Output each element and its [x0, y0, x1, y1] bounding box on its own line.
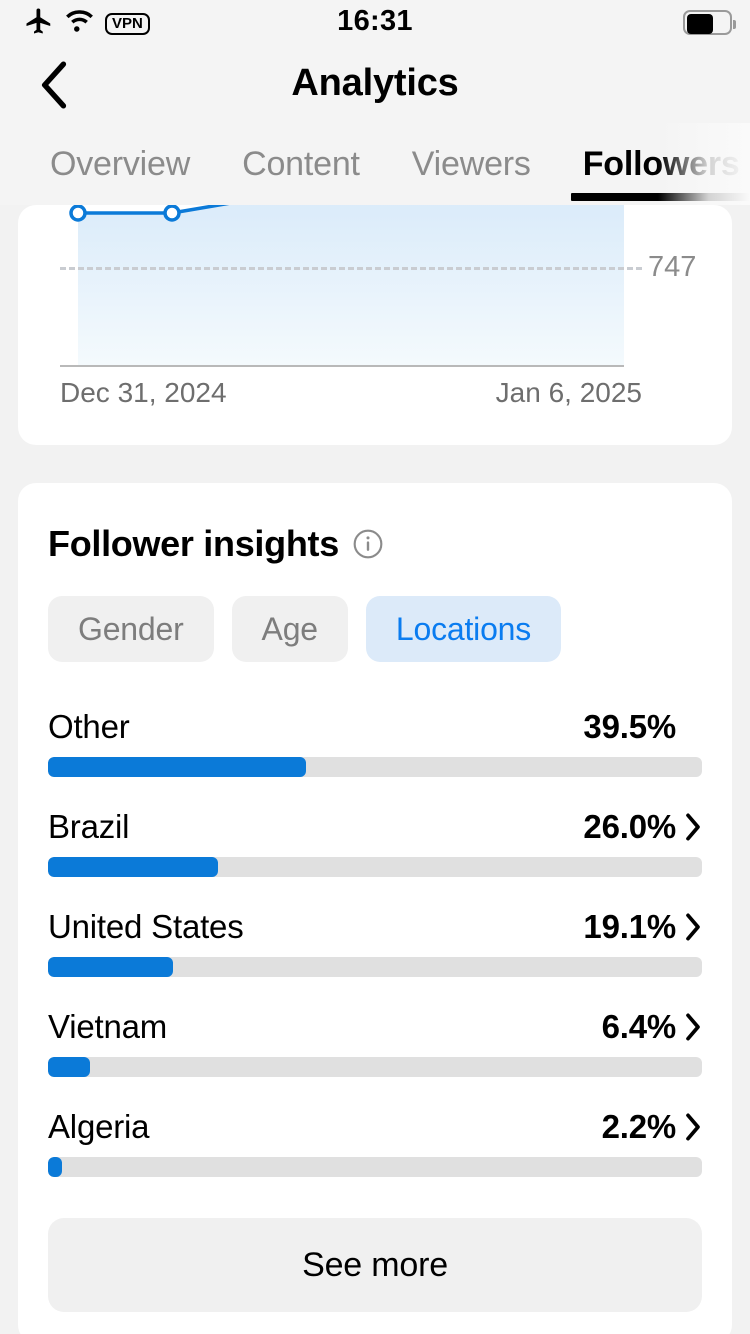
location-row-header: Algeria 2.2% — [48, 1095, 702, 1159]
location-bar-track — [48, 857, 702, 877]
location-row-right: 2.2% — [602, 1095, 702, 1159]
location-row-header: Other 39.5% — [48, 695, 702, 759]
list-item[interactable]: Brazil 26.0% — [48, 795, 702, 895]
chart-area-fill — [78, 205, 624, 365]
followers-chart-card: 747 Dec 31, 2024 Jan 6, 2025 — [18, 205, 732, 445]
location-percent: 26.0% — [583, 808, 676, 845]
location-percent: 39.5% — [583, 708, 676, 745]
location-bar-fill — [48, 857, 219, 877]
tab-content[interactable]: Content — [216, 123, 386, 205]
location-bar-fill — [48, 757, 307, 777]
chart-plot-area — [60, 205, 624, 365]
follower-insights-card: Follower insights Gender Age Locations O… — [18, 483, 732, 1334]
location-name: Vietnam — [48, 1008, 168, 1045]
tab-strip: Overview Content Viewers Followers LIVE — [0, 123, 750, 205]
chip-locations[interactable]: Locations — [365, 596, 562, 662]
see-more-button[interactable]: See more — [48, 1218, 702, 1312]
analytics-screen: VPN 16:31 Analytics Overview Content Vie… — [0, 0, 750, 1334]
follower-insights-title: Follower insights — [48, 523, 339, 564]
location-name: Algeria — [48, 1108, 150, 1145]
location-name: United States — [48, 908, 244, 945]
tab-bar[interactable]: Overview Content Viewers Followers LIVE — [0, 123, 750, 205]
location-percent: 19.1% — [583, 908, 676, 945]
nav-bar: Analytics — [0, 48, 750, 123]
location-bar-track — [48, 957, 702, 977]
location-bar-fill — [48, 1057, 90, 1077]
location-percent: 2.2% — [601, 1108, 677, 1145]
chart-x-start-label: Dec 31, 2024 — [60, 377, 227, 408]
chevron-right-icon[interactable] — [684, 812, 702, 842]
location-bar-track — [48, 1157, 702, 1177]
chart-point — [69, 205, 87, 222]
location-name: Other — [48, 708, 130, 745]
follower-insights-header: Follower insights — [48, 523, 384, 565]
chart-gridline — [60, 267, 642, 270]
location-row-right: 26.0% — [583, 795, 702, 859]
location-percent: 6.4% — [601, 1008, 677, 1045]
battery-icon — [683, 10, 736, 35]
status-bar-right — [683, 10, 736, 35]
list-item[interactable]: Vietnam 6.4% — [48, 995, 702, 1095]
chip-age[interactable]: Age — [231, 596, 348, 662]
tab-followers[interactable]: Followers — [557, 123, 750, 205]
chart-x-end-label: Jan 6, 2025 — [495, 377, 642, 408]
info-icon[interactable] — [352, 528, 384, 560]
chevron-right-icon[interactable] — [684, 912, 702, 942]
status-bar: VPN 16:31 — [0, 0, 750, 48]
tab-viewers[interactable]: Viewers — [386, 123, 557, 205]
status-bar-clock: 16:31 — [337, 5, 413, 37]
location-row-header: Brazil 26.0% — [48, 795, 702, 859]
list-item[interactable]: Other 39.5% — [48, 695, 702, 795]
chevron-right-icon[interactable] — [684, 1012, 702, 1042]
location-bar-fill — [48, 957, 173, 977]
chart-svg — [69, 205, 624, 365]
insight-segment-chips[interactable]: Gender Age Locations — [48, 596, 562, 662]
chart-axis — [60, 365, 624, 367]
location-bar-fill — [48, 1157, 63, 1177]
location-list: Other 39.5% Brazil 26.0% United States 1… — [48, 695, 702, 1195]
page-title: Analytics — [291, 62, 459, 104]
location-bar-track — [48, 757, 702, 777]
followers-chart: 747 Dec 31, 2024 Jan 6, 2025 — [18, 205, 732, 445]
chart-point — [163, 205, 181, 222]
location-row-header: Vietnam 6.4% — [48, 995, 702, 1059]
location-row-right: 39.5% — [583, 695, 702, 759]
list-item[interactable]: United States 19.1% — [48, 895, 702, 995]
location-row-right: 6.4% — [602, 995, 702, 1059]
list-item[interactable]: Algeria 2.2% — [48, 1095, 702, 1195]
tab-overview[interactable]: Overview — [0, 123, 216, 205]
location-row-header: United States 19.1% — [48, 895, 702, 959]
location-row-right: 19.1% — [583, 895, 702, 959]
chart-gridline-label: 747 — [648, 251, 697, 283]
location-bar-track — [48, 1057, 702, 1077]
chip-gender[interactable]: Gender — [48, 596, 214, 662]
location-name: Brazil — [48, 808, 130, 845]
chevron-right-icon[interactable] — [684, 1112, 702, 1142]
